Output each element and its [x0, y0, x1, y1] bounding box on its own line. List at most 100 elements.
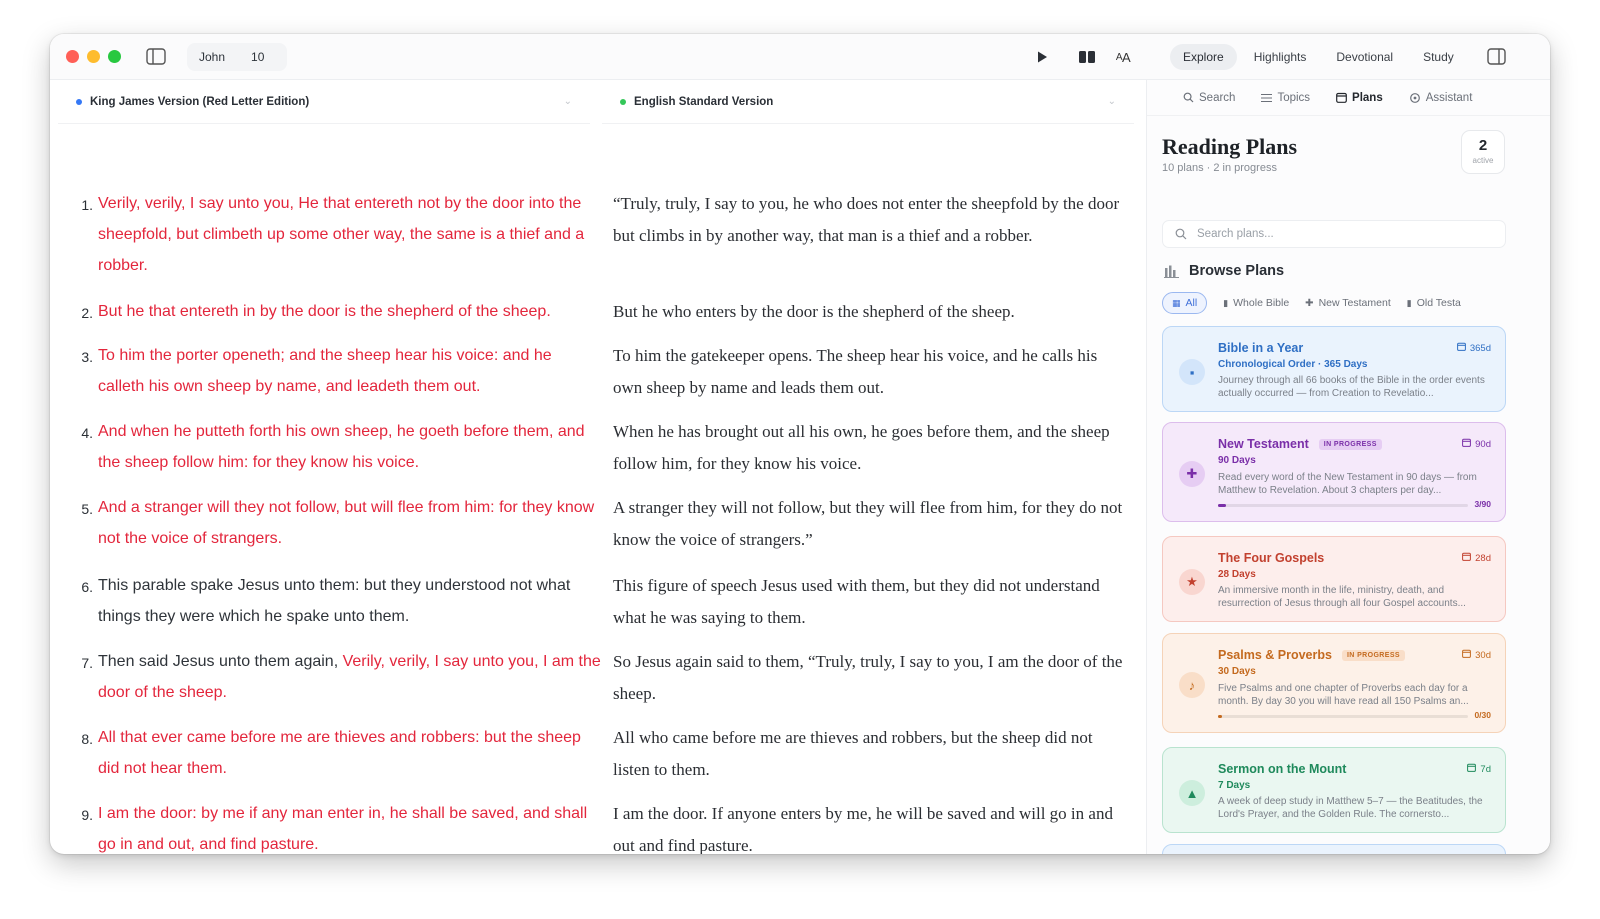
- red-letter-text: I am the door: by me if any man enter in…: [98, 805, 588, 853]
- kjv-verse-text: To him the porter openeth; and the sheep…: [98, 340, 601, 402]
- plan-description: Read every word of the New Testament in …: [1218, 472, 1477, 496]
- font-size-button[interactable]: AA: [1110, 45, 1136, 69]
- filter-label: Old Testa: [1416, 297, 1461, 309]
- plan-card[interactable]: ⚑Start Here30d: [1162, 844, 1506, 854]
- chevron-down-icon: ⌄: [1107, 96, 1116, 107]
- panel-tab-topics[interactable]: Topics: [1257, 86, 1314, 110]
- window-controls: [66, 50, 121, 63]
- plan-duration-badge: 30d: [1462, 649, 1491, 661]
- plan-card[interactable]: ★ The Four Gospels 28d 28 Days An immersive …: [1162, 536, 1506, 622]
- red-letter-text: All that ever came before me are thieves…: [98, 729, 581, 777]
- version-dot: [620, 98, 626, 105]
- plan-subtitle: 30 Days: [1218, 666, 1256, 677]
- bar-chart-icon: [1164, 265, 1179, 278]
- esv-verse-text: I am the door. If anyone enters by me, h…: [613, 804, 1113, 854]
- progress-fill: [1218, 504, 1227, 507]
- main-nav-tabs: Explore Highlights Devotional Study: [1170, 44, 1467, 70]
- plan-subtitle: 7 Days: [1218, 780, 1251, 791]
- parallel-view-button[interactable]: [1076, 45, 1098, 69]
- filter-all[interactable]: ▦ All: [1162, 292, 1208, 314]
- calendar-icon: [1462, 552, 1472, 564]
- kjv-verse-text: And a stranger will they not follow, but…: [98, 492, 601, 554]
- tab-study[interactable]: Study: [1410, 44, 1467, 70]
- calendar-icon: [1336, 92, 1347, 103]
- version-dot: [76, 98, 82, 105]
- plan-card[interactable]: ♪ Psalms & Proverbs IN PROGRESS 30d 30 Days F…: [1162, 633, 1506, 733]
- verse-number: 5.: [81, 501, 93, 517]
- tab-explore[interactable]: Explore: [1170, 44, 1237, 70]
- esv-verse-text: So Jesus again said to them, “Truly, tru…: [613, 652, 1123, 703]
- plan-duration: 7d: [1480, 763, 1491, 775]
- panel-tab-label: Search: [1199, 91, 1236, 104]
- kjv-verse-text: This parable spake Jesus unto them: but …: [98, 570, 601, 632]
- version-name-left: King James Version (Red Letter Edition): [90, 95, 310, 108]
- verse-number: 1.: [81, 197, 93, 213]
- app-window: John 10 AA Explore Highlights Devotional…: [50, 34, 1550, 854]
- verse-number: 8.: [81, 731, 93, 747]
- plan-title: Bible in a Year: [1218, 341, 1304, 355]
- in-progress-badge: IN PROGRESS: [1318, 438, 1382, 450]
- plan-duration-badge: 7d: [1467, 763, 1491, 775]
- plan-description: An immersive month in the life, ministry…: [1218, 585, 1466, 609]
- plan-description: Five Psalms and one chapter of Proverbs …: [1218, 683, 1469, 707]
- side-panel: Search Topics Plans Assistant Reading Pl…: [1146, 80, 1550, 854]
- grid-icon: ▦: [1172, 297, 1181, 308]
- right-panel-toggle-icon[interactable]: [1487, 48, 1506, 65]
- version-selector-right[interactable]: English Standard Version ⌄: [602, 80, 1134, 124]
- calendar-icon: [1467, 763, 1477, 775]
- plan-progress-bar: [1218, 504, 1468, 507]
- filter-whole-bible[interactable]: ▮ Whole Bible: [1223, 292, 1289, 314]
- play-icon: [1038, 51, 1047, 63]
- calendar-icon: [1456, 342, 1466, 354]
- sidebar-toggle-icon[interactable]: [146, 48, 166, 65]
- plan-card[interactable]: ▲ Sermon on the Mount 7d 7 Days A week of de…: [1162, 747, 1506, 833]
- book-chapter-selector[interactable]: John 10: [187, 43, 287, 71]
- filter-old-testament[interactable]: ▮ Old Testa: [1407, 292, 1461, 314]
- plan-title: The Four Gospels: [1218, 551, 1325, 565]
- book-icon: ▪: [1179, 359, 1205, 385]
- plan-title: Sermon on the Mount: [1218, 762, 1347, 776]
- panel-tab-plans[interactable]: Plans: [1332, 86, 1387, 110]
- tab-devotional[interactable]: Devotional: [1323, 44, 1406, 70]
- book-label[interactable]: John: [199, 50, 225, 64]
- version-name-right: English Standard Version: [634, 95, 774, 108]
- tab-highlights[interactable]: Highlights: [1241, 44, 1320, 70]
- close-window-button[interactable]: [66, 50, 79, 63]
- book-icon: ▮: [1223, 297, 1229, 308]
- plan-progress-label: 3/90: [1474, 499, 1491, 509]
- plan-subtitle: Chronological Order · 365 Days: [1218, 359, 1368, 370]
- esv-verse-text: When he has brought out all his own, he …: [613, 422, 1110, 473]
- minimize-window-button[interactable]: [87, 50, 100, 63]
- search-plans-input[interactable]: Search plans...: [1162, 220, 1506, 248]
- verse-number: 7.: [81, 655, 93, 671]
- chevron-down-icon: ⌄: [563, 96, 572, 107]
- plan-card[interactable]: ▪ Bible in a Year 365d Chronological Order …: [1162, 326, 1506, 412]
- panel-tab-search[interactable]: Search: [1179, 86, 1239, 110]
- play-audio-button[interactable]: [1031, 45, 1053, 69]
- star-icon: ★: [1179, 569, 1205, 595]
- cross-icon: ✚: [1305, 297, 1314, 309]
- panel-tabs: Search Topics Plans Assistant: [1147, 80, 1550, 116]
- plan-duration: 90d: [1475, 438, 1491, 450]
- scroll-icon: ▮: [1406, 297, 1412, 308]
- filter-new-testament[interactable]: ✚ New Testament: [1305, 292, 1391, 314]
- plan-duration-badge: 90d: [1462, 438, 1491, 450]
- verse-number: 4.: [81, 425, 93, 441]
- red-letter-text: Verily, verily, I say unto you, He that …: [98, 195, 585, 274]
- version-selector-left[interactable]: King James Version (Red Letter Edition) …: [58, 80, 590, 124]
- search-icon: [1183, 92, 1194, 103]
- plan-title-row: New Testament IN PROGRESS: [1218, 437, 1382, 451]
- plan-card[interactable]: ✚ New Testament IN PROGRESS 90d 90 Days Read …: [1162, 422, 1506, 522]
- plan-progress-bar: [1218, 715, 1468, 718]
- plan-title: Psalms & Proverbs: [1218, 648, 1332, 662]
- plan-duration: 30d: [1475, 649, 1491, 661]
- kjv-verse-text: Then said Jesus unto them again, Verily,…: [98, 646, 601, 708]
- chapter-label[interactable]: 10: [251, 50, 264, 64]
- zoom-window-button[interactable]: [108, 50, 121, 63]
- plan-progress-label: 0/30: [1474, 710, 1491, 720]
- panel-tab-assistant[interactable]: Assistant: [1405, 86, 1477, 110]
- red-letter-text: To him the porter openeth; and the sheep…: [98, 347, 552, 395]
- kjv-verse-text: But he that entereth in by the door is t…: [98, 296, 601, 327]
- kjv-verse-text: And when he putteth forth his own sheep,…: [98, 416, 601, 478]
- esv-verse-text: A stranger they will not follow, but the…: [613, 498, 1123, 549]
